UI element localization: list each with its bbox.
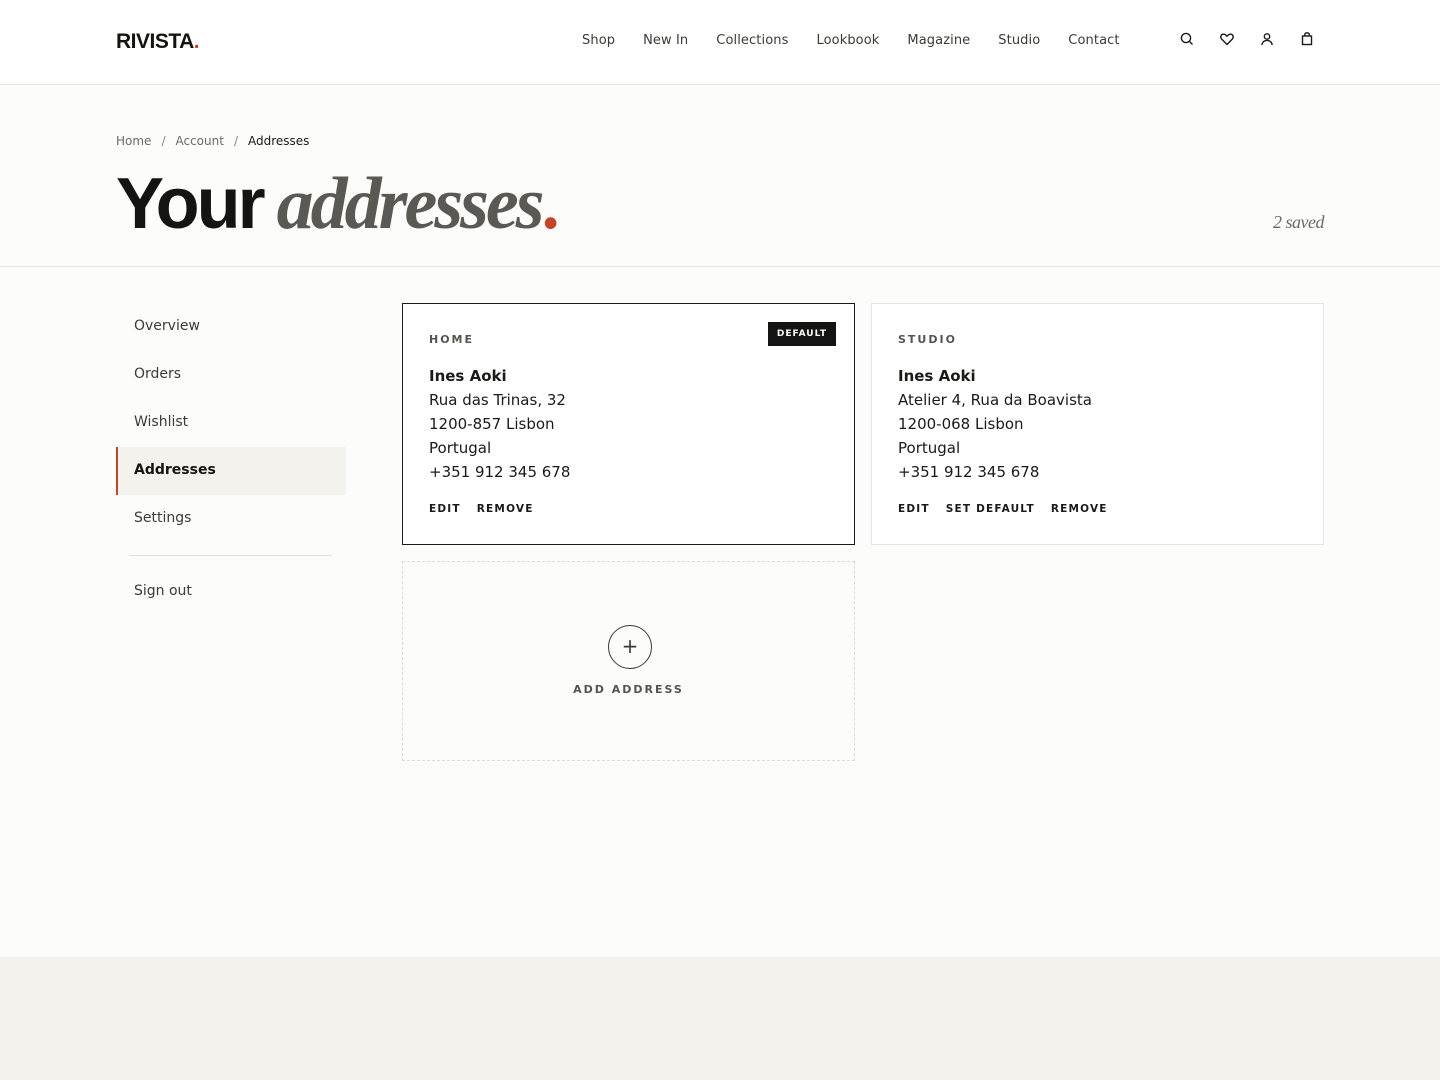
default-badge: DEFAULT [767,322,836,346]
remove-button[interactable]: REMOVE [477,503,534,515]
address-country: Portugal [898,439,961,457]
nav-contact[interactable]: Contact [1068,33,1119,48]
user-icon[interactable] [1258,30,1276,48]
address-actions: EDIT SET DEFAULT REMOVE [898,503,1124,515]
sidebar-item-overview[interactable]: Overview [116,303,346,351]
sidebar-item-wishlist[interactable]: Wishlist [116,399,346,447]
page-title-dot: . [541,164,560,244]
brand-dot: . [193,30,200,53]
bag-icon[interactable] [1298,30,1316,48]
address-card-home: HOME DEFAULT Ines Aoki Rua das Trinas, 3… [402,303,855,545]
address-phone: +351 912 345 678 [898,463,1040,481]
account-sidebar: Overview Orders Wishlist Addresses Setti… [116,303,346,616]
address-name: Ines Aoki [898,367,976,385]
breadcrumb-account[interactable]: Account [175,134,223,148]
breadcrumb-current: Addresses [247,134,310,148]
nav-lookbook[interactable]: Lookbook [816,33,879,48]
nav-collections[interactable]: Collections [716,33,788,48]
add-address-label: ADD ADDRESS [573,683,684,696]
address-line1: Rua das Trinas, 32 [429,391,566,409]
heart-icon[interactable] [1218,30,1236,48]
saved-count: 2 saved [1273,212,1324,232]
main-nav: Shop New In Collections Lookbook Magazin… [582,33,1148,48]
address-details: Ines Aoki Atelier 4, Rua da Boavista 120… [898,364,1092,484]
breadcrumb-separator: / [161,134,166,148]
page-title: Your addresses. [116,163,560,245]
sidebar-item-sign-out[interactable]: Sign out [116,568,346,616]
address-phone: +351 912 345 678 [429,463,571,481]
page-hero: Home / Account / Addresses Your addresses. 2 … [0,85,1440,267]
address-line1: Atelier 4, Rua da Boavista [898,391,1092,409]
address-actions: EDIT REMOVE [429,503,550,515]
address-label: HOME [429,333,475,346]
brand-logo[interactable]: RIVISTA. [116,30,200,54]
nav-magazine[interactable]: Magazine [907,33,970,48]
set-default-button[interactable]: SET DEFAULT [946,503,1035,515]
plus-icon: + [608,625,652,669]
address-line2: 1200-857 Lisbon [429,415,555,433]
breadcrumb-home[interactable]: Home [116,134,151,148]
page-title-strong: Your [116,164,266,244]
breadcrumb-separator: / [233,134,238,148]
nav-new-in[interactable]: New In [643,33,688,48]
address-card-studio: STUDIO Ines Aoki Atelier 4, Rua da Boavi… [871,303,1324,545]
sidebar-item-orders[interactable]: Orders [116,351,346,399]
sidebar-item-settings[interactable]: Settings [116,495,346,543]
address-name: Ines Aoki [429,367,507,385]
address-details: Ines Aoki Rua das Trinas, 32 1200-857 Li… [429,364,570,484]
nav-studio[interactable]: Studio [998,33,1040,48]
search-icon[interactable] [1178,30,1196,48]
nav-shop[interactable]: Shop [582,33,615,48]
remove-button[interactable]: REMOVE [1051,503,1108,515]
header-icons [1178,30,1338,48]
breadcrumb: Home / Account / Addresses [116,134,309,148]
address-line2: 1200-068 Lisbon [898,415,1024,433]
brand-name: RIVISTA [116,30,194,53]
sidebar-divider [130,555,332,556]
address-country: Portugal [429,439,492,457]
footer-band [0,957,1440,1080]
site-header: RIVISTA. Shop New In Collections Lookboo… [0,0,1440,85]
address-label: STUDIO [898,333,957,346]
edit-button[interactable]: EDIT [898,503,930,515]
edit-button[interactable]: EDIT [429,503,461,515]
add-address-card[interactable]: + ADD ADDRESS [402,561,855,761]
page-title-italic: addresses [276,163,545,245]
sidebar-item-addresses[interactable]: Addresses [116,447,346,495]
